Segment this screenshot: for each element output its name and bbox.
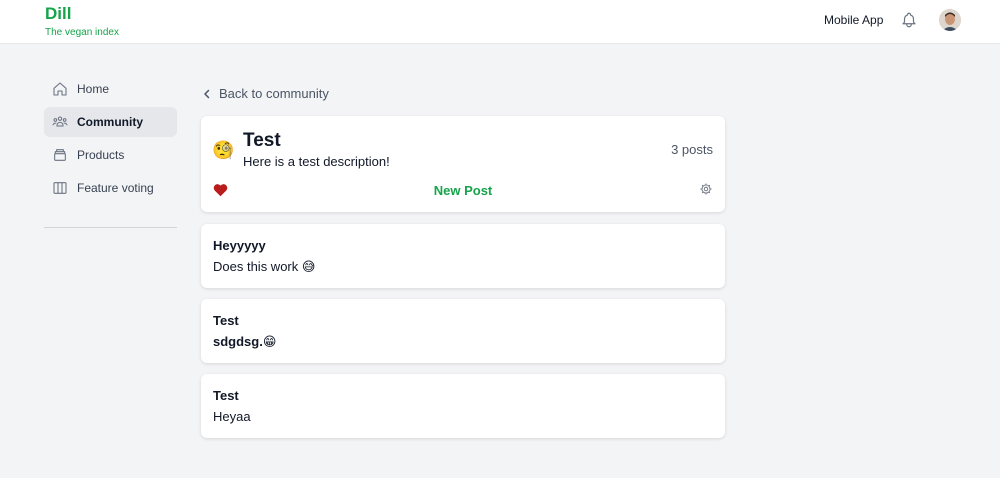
community-icon <box>52 116 68 127</box>
sidebar-item-label: Products <box>77 148 125 162</box>
mobile-app-link[interactable]: Mobile App <box>824 12 883 28</box>
posts-count: 3 posts <box>671 142 713 157</box>
top-bar: Dill The vegan index Mobile App <box>0 0 1000 44</box>
community-emoji: 🧐 <box>212 140 235 160</box>
new-post-button[interactable]: New Post <box>201 183 725 199</box>
post-body: Heyaa <box>213 409 251 424</box>
community-header-card: 🧐 Test Here is a test description! 3 pos… <box>201 116 725 212</box>
post-card[interactable]: Heyyyyy Does this work 😅 <box>201 224 725 288</box>
gear-icon[interactable] <box>699 182 713 196</box>
post-card[interactable]: Test sdgdsg.😁 <box>201 299 725 363</box>
products-icon <box>54 149 66 161</box>
sidebar-nav: Home Community Products Feature voting <box>44 74 177 206</box>
sidebar-item-home[interactable]: Home <box>44 74 177 104</box>
post-title: Heyyyyy <box>213 238 266 253</box>
avatar[interactable] <box>939 9 961 31</box>
brand-subtitle: The vegan index <box>45 27 119 38</box>
chevron-left-icon <box>204 89 210 98</box>
columns-icon <box>53 182 67 194</box>
post-body: Does this work 😅 <box>213 259 316 274</box>
community-title: Test <box>243 130 281 151</box>
sidebar-item-community[interactable]: Community <box>44 107 177 137</box>
sidebar-item-products[interactable]: Products <box>44 140 177 170</box>
back-link-label: Back to community <box>219 86 329 101</box>
post-title: Test <box>213 388 239 403</box>
post-body: sdgdsg.😁 <box>213 334 277 349</box>
bell-icon[interactable] <box>900 11 918 29</box>
post-title: Test <box>213 313 239 328</box>
sidebar-item-label: Community <box>77 115 143 129</box>
brand-logo[interactable]: Dill The vegan index <box>45 4 119 40</box>
sidebar-item-label: Feature voting <box>77 181 154 195</box>
home-icon <box>53 82 67 96</box>
sidebar-item-label: Home <box>77 82 110 96</box>
brand-title: Dill <box>45 4 72 23</box>
sidebar-divider <box>44 227 177 228</box>
community-description: Here is a test description! <box>243 154 390 169</box>
back-to-community-link[interactable]: Back to community <box>201 86 329 101</box>
sidebar-item-feature-voting[interactable]: Feature voting <box>44 173 177 203</box>
post-card[interactable]: Test Heyaa <box>201 374 725 438</box>
